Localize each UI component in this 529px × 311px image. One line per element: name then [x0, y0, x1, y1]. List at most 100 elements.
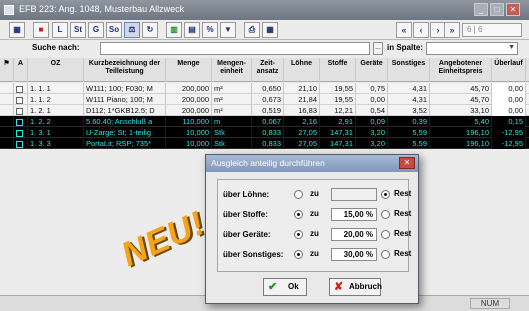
cell-oz[interactable]: 1. 2. 2 [28, 116, 84, 127]
cell-menge[interactable]: 200,000 [166, 83, 212, 94]
toolbar-button-filter[interactable]: ▼ [220, 22, 236, 38]
toolbar-button-stop[interactable]: ■ [33, 22, 49, 38]
cell-kurz[interactable]: W111; 100; F030; M [84, 83, 166, 94]
checkbox-icon[interactable] [16, 140, 23, 148]
row-checkbox[interactable] [14, 94, 28, 105]
nav-first-button[interactable]: « [396, 22, 412, 38]
row-checkbox[interactable] [14, 116, 28, 127]
row-checkbox[interactable] [14, 138, 28, 149]
cell-geraete[interactable]: 0,00 [356, 94, 388, 105]
cell-oz[interactable]: 1. 3. 3 [28, 138, 84, 149]
toolbar-button-chart[interactable]: ▤ [184, 22, 200, 38]
toolbar-button-grid[interactable]: ▦ [262, 22, 278, 38]
cell-loehne[interactable]: 21,84 [284, 94, 320, 105]
cell-ueberlauf[interactable]: -12,95 [492, 138, 526, 149]
zu-radio[interactable] [294, 250, 303, 259]
cell-menge[interactable]: 200,000 [166, 105, 212, 116]
header-a[interactable]: A [14, 58, 28, 82]
cell-stoffe[interactable]: 19,55 [320, 94, 356, 105]
cell-stoffe[interactable]: 2,91 [320, 116, 356, 127]
header-kurzbezeichnung[interactable]: Kurzbezeichnung der Teilleistung [84, 58, 166, 82]
cell-preis[interactable]: 196,10 [430, 127, 492, 138]
maximize-button[interactable]: □ [490, 3, 504, 16]
cell-preis[interactable]: 196,10 [430, 138, 492, 149]
toolbar-button-geraete[interactable]: G [88, 22, 104, 38]
cell-einheit[interactable]: m² [212, 94, 252, 105]
cell-sonstiges[interactable]: 0,39 [388, 116, 430, 127]
cell-einheit[interactable]: m [212, 116, 252, 127]
cell-einheit[interactable]: m² [212, 105, 252, 116]
header-sonstiges[interactable]: Sonstiges [388, 58, 430, 82]
cell-geraete[interactable]: 3,20 [356, 138, 388, 149]
toolbar-button-stoffe[interactable]: St [70, 22, 86, 38]
search-input[interactable] [100, 42, 370, 55]
header-zeitansatz[interactable]: Zeit-ansatz [252, 58, 284, 82]
percent-input[interactable]: 20,00 % [331, 228, 377, 241]
cell-zeit[interactable]: 0,673 [252, 94, 284, 105]
row-checkbox[interactable] [14, 83, 28, 94]
toolbar-button-ausgleich[interactable]: ⚖ [124, 22, 140, 38]
checkbox-icon[interactable] [16, 107, 23, 115]
cell-loehne[interactable]: 16,83 [284, 105, 320, 116]
cell-stoffe[interactable]: 147,31 [320, 127, 356, 138]
cell-sonstiges[interactable]: 3,52 [388, 105, 430, 116]
cell-geraete[interactable]: 0,09 [356, 116, 388, 127]
row-checkbox[interactable] [14, 105, 28, 116]
toolbar-button-sonstiges[interactable]: So [106, 22, 122, 38]
table-row[interactable]: 1. 2. 1 D112; 1*GKB12.5; D 200,000 m² 0,519 1… [0, 105, 529, 116]
cell-sonstiges[interactable]: 4,31 [388, 94, 430, 105]
cell-oz[interactable]: 1. 3. 1 [28, 127, 84, 138]
cell-ueberlauf[interactable]: 0,00 [492, 105, 526, 116]
header-stoffe[interactable]: Stoffe [320, 58, 356, 82]
cell-loehne[interactable]: 27,05 [284, 138, 320, 149]
cell-sonstiges[interactable]: 5,59 [388, 127, 430, 138]
cell-zeit[interactable]: 0,833 [252, 138, 284, 149]
cell-menge[interactable]: 200,000 [166, 94, 212, 105]
zu-radio[interactable] [294, 210, 303, 219]
close-window-button[interactable]: ✕ [506, 3, 520, 16]
nav-last-button[interactable]: » [444, 22, 460, 38]
header-oz[interactable]: OZ [28, 58, 84, 82]
cell-kurz[interactable]: D112; 1*GKB12.5; D [84, 105, 166, 116]
percent-input[interactable]: 30,00 % [331, 248, 377, 261]
cell-zeit[interactable]: 0,650 [252, 83, 284, 94]
cell-ueberlauf[interactable]: 0,15 [492, 116, 526, 127]
zu-radio[interactable] [294, 190, 303, 199]
search-options-button[interactable]: ... [373, 42, 383, 55]
cell-menge[interactable]: 110,000 [166, 116, 212, 127]
cell-preis[interactable]: 33,10 [430, 105, 492, 116]
table-row[interactable]: 1. 1. 2 W111 Piano; 100; M 200,000 m² 0,673 2… [0, 94, 529, 105]
cell-sonstiges[interactable]: 5,59 [388, 138, 430, 149]
header-einheit[interactable]: Mengen-einheit [212, 58, 252, 82]
toolbar-button-loehne[interactable]: L [52, 22, 68, 38]
table-row[interactable]: 1. 3. 1 U-Zarge; St; 1-teilig 10,000 Stk 0,8… [0, 127, 529, 138]
header-menge[interactable]: Menge [166, 58, 212, 82]
cancel-button[interactable]: ✘ Abbruch [329, 278, 382, 296]
cell-ueberlauf[interactable]: -12,95 [492, 127, 526, 138]
cell-einheit[interactable]: Stk [212, 127, 252, 138]
cell-oz[interactable]: 1. 1. 2 [28, 94, 84, 105]
cell-einheit[interactable]: m² [212, 83, 252, 94]
cell-preis[interactable]: 45,70 [430, 94, 492, 105]
cell-menge[interactable]: 10,000 [166, 127, 212, 138]
cell-zeit[interactable]: 0,067 [252, 116, 284, 127]
table-row[interactable]: 1. 3. 3 PortaLit; RSP; 735* 10,000 Stk 0,833… [0, 138, 529, 149]
table-row[interactable]: 1. 1. 1 W111; 100; F030; M 200,000 m² 0,650 2… [0, 83, 529, 94]
cell-preis[interactable]: 5,40 [430, 116, 492, 127]
percent-input[interactable]: 15,00 % [331, 208, 377, 221]
cell-loehne[interactable]: 27,05 [284, 127, 320, 138]
cell-geraete[interactable]: 3,20 [356, 127, 388, 138]
cell-oz[interactable]: 1. 1. 1 [28, 83, 84, 94]
toolbar-button-print[interactable]: ⎙ [244, 22, 260, 38]
toolbar-button-percent[interactable]: % [202, 22, 218, 38]
cell-loehne[interactable]: 2,16 [284, 116, 320, 127]
row-checkbox[interactable] [14, 127, 28, 138]
cell-kurz[interactable]: W111 Piano; 100; M [84, 94, 166, 105]
header-ueberlauf[interactable]: Überlauf [492, 58, 526, 82]
checkbox-icon[interactable] [16, 85, 23, 93]
toolbar-button-calc[interactable]: ▥ [166, 22, 182, 38]
rest-radio[interactable] [381, 210, 390, 219]
toolbar-button-table[interactable]: ▦ [9, 22, 25, 38]
cell-ueberlauf[interactable]: 0,00 [492, 83, 526, 94]
cell-preis[interactable]: 45,70 [430, 83, 492, 94]
